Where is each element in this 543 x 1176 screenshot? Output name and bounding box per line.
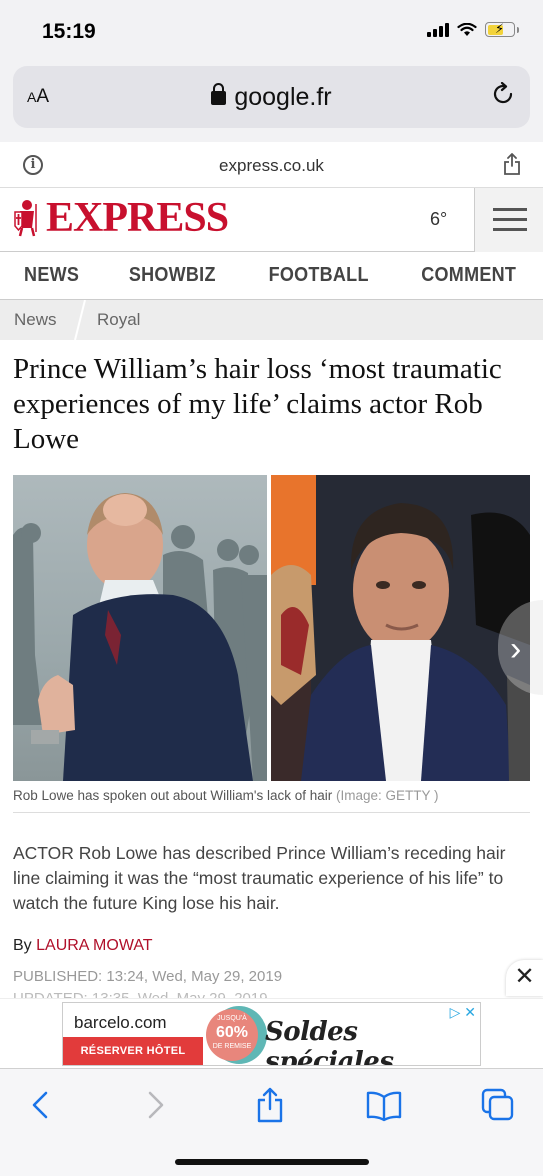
article-headline: Prince William’s hair loss ‘most traumat… [13,353,502,455]
home-indicator [175,1159,369,1165]
section-nav: NEWS SHOWBIZ FOOTBALL COMMENT [0,252,543,300]
byline-prefix: By [13,937,32,954]
site-header: EXPRESS 6° [0,188,543,252]
nav-showbiz[interactable]: SHOWBIZ [129,264,216,287]
site-domain: express.co.uk [219,156,324,175]
author-link[interactable]: LAURA MOWAT [36,937,152,954]
caption-text: Rob Lowe has spoken out about William's … [13,788,333,803]
share-icon[interactable] [250,1087,290,1123]
address-domain: google.fr [234,83,332,111]
chevron-right-icon: › [510,630,522,668]
caption-credit: (Image: GETTY ) [336,788,439,803]
badge-bottom: DE REMISE [212,1043,252,1050]
express-logo[interactable]: EXPRESS [12,195,229,241]
caption-divider [13,812,530,813]
ad-discount-badge: JUSQU'À 60% DE REMISE [206,1009,258,1061]
lock-icon [211,83,227,105]
status-icons: ⚡ [427,21,519,37]
breadcrumb-separator [74,300,86,340]
back-icon[interactable] [22,1087,62,1123]
cellular-signal-icon [427,22,449,37]
address-text[interactable]: google.fr [13,83,530,112]
address-bar[interactable]: AA google.fr [13,66,530,128]
ad-banner[interactable]: barcelo.com RÉSERVER HÔTEL JUSQU'À 60% D… [62,1002,481,1066]
image-rob-lowe [271,475,530,781]
image-caption: Rob Lowe has spoken out about William's … [13,788,530,803]
battery-cap [517,26,519,33]
byline: By LAURA MOWAT [13,937,153,955]
hamburger-icon [493,208,527,211]
badge-value: 60% [215,1024,249,1041]
nav-comment[interactable]: COMMENT [422,264,517,287]
adchoices-icon[interactable]: ▷ ✕ [450,1004,476,1021]
browser-address-area: AA google.fr [0,58,543,142]
published-date: PUBLISHED: 13:24, Wed, May 29, 2019 [13,968,283,985]
badge-top: JUSQU'À [217,1015,247,1022]
status-bar: 15:19 ⚡ [0,0,543,58]
site-info-bar: i express.co.uk [0,142,543,188]
tabs-icon[interactable] [478,1087,518,1123]
status-time: 15:19 [42,20,96,43]
ad-banner-area: barcelo.com RÉSERVER HÔTEL JUSQU'À 60% D… [0,998,543,1068]
nav-news[interactable]: NEWS [24,264,79,287]
nav-football[interactable]: FOOTBALL [269,264,369,287]
breadcrumb-royal[interactable]: Royal [97,310,140,330]
forward-icon[interactable] [136,1087,176,1123]
battery-icon: ⚡ [485,21,515,37]
share-icon-small[interactable] [503,152,521,176]
image-prince-william [13,475,267,781]
ad-close-button[interactable]: ✕ [506,960,543,996]
breadcrumb-news[interactable]: News [14,310,57,330]
logo-text: EXPRESS [46,195,229,241]
crusader-logo-icon [14,200,37,237]
wifi-icon [457,22,477,36]
menu-button[interactable] [474,188,543,252]
ad-cta-button[interactable]: RÉSERVER HÔTEL [63,1037,203,1065]
article-image[interactable] [13,475,530,781]
weather-temperature[interactable]: 6° [430,209,447,230]
article-intro: ACTOR Rob Lowe has described Prince Will… [13,843,506,913]
breadcrumb: News Royal [0,300,543,340]
ad-slogan: Soldes spéciales [265,1017,394,1066]
ad-brand: barcelo.com [74,1013,167,1032]
bookmarks-icon[interactable] [364,1087,404,1123]
reload-icon[interactable] [492,82,516,108]
